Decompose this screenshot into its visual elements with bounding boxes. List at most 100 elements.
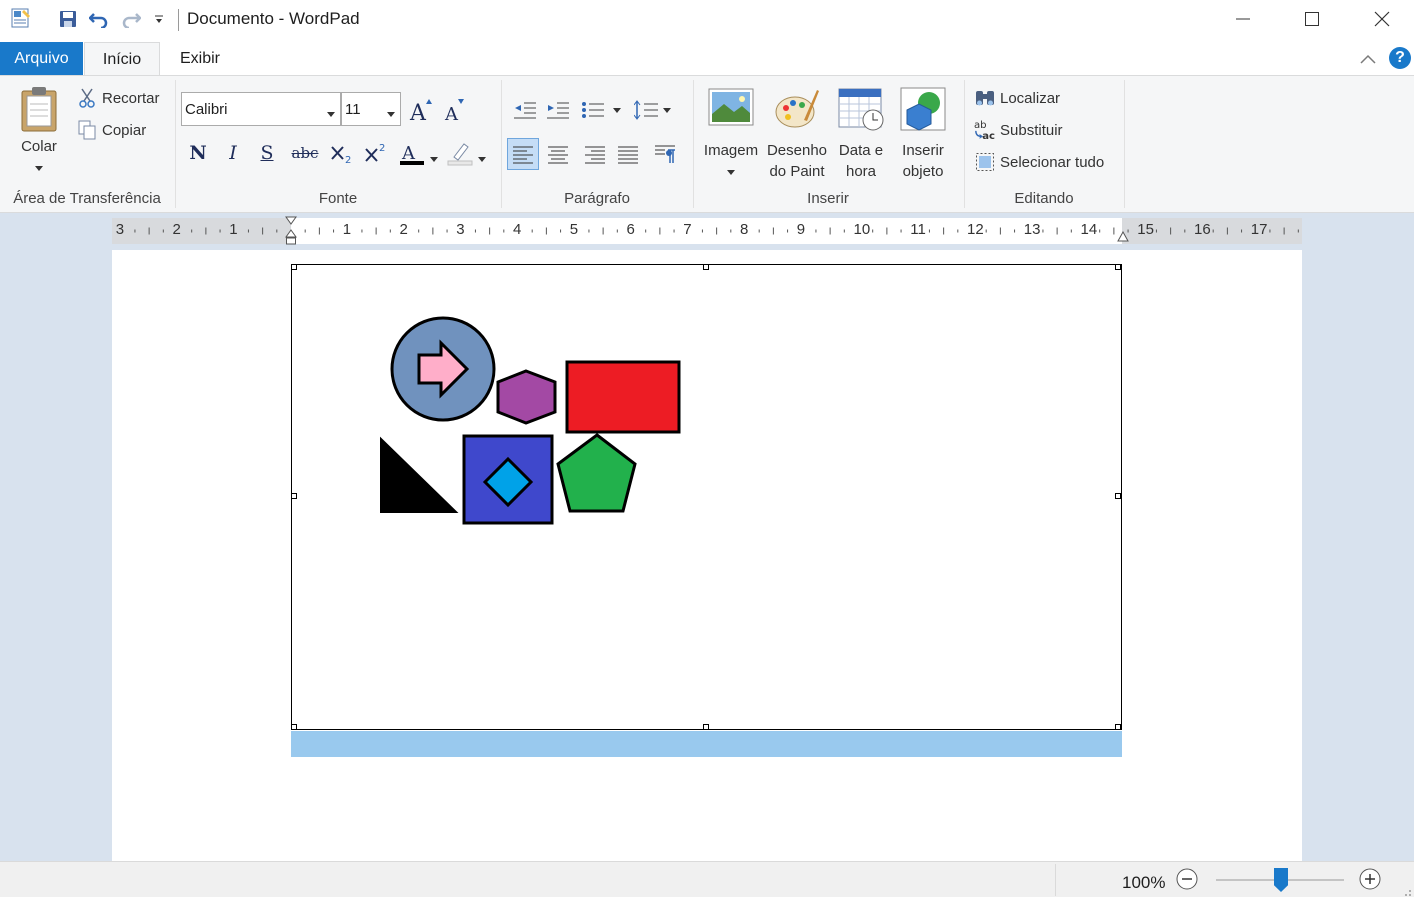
purple-hexagon-shape <box>496 369 557 425</box>
cut-button[interactable]: Recortar <box>76 87 160 109</box>
resize-handle[interactable] <box>703 724 709 730</box>
replace-label: Substituir <box>1000 121 1063 139</box>
tab-inicio[interactable]: Início <box>84 42 160 77</box>
grow-font-icon[interactable]: A <box>408 96 434 126</box>
font-size-select[interactable]: 11 <box>341 92 401 126</box>
group-label-paragraph: Parágrafo <box>564 190 630 207</box>
subscript-icon[interactable]: 2 <box>326 138 356 168</box>
insert-image-button[interactable]: Imagem <box>700 86 762 182</box>
group-separator <box>1124 80 1125 208</box>
zoom-level: 100% <box>1122 873 1166 892</box>
minimize-button[interactable] <box>1208 0 1278 38</box>
tab-arquivo[interactable]: Arquivo <box>0 42 83 76</box>
shapes-drawing <box>380 316 681 525</box>
date-time-button[interactable]: Data e hora <box>832 86 890 182</box>
resize-handle[interactable] <box>1115 264 1121 270</box>
resize-handle[interactable] <box>703 264 709 270</box>
italic-button[interactable]: I <box>218 138 248 168</box>
svg-text:ac: ac <box>982 131 995 142</box>
strikethrough-button[interactable]: abc <box>289 138 321 168</box>
replace-button[interactable]: ab ac Substituir <box>974 119 1063 142</box>
bullet-list-icon[interactable] <box>580 94 624 126</box>
resize-handle[interactable] <box>291 264 297 270</box>
scissors-icon <box>76 87 98 109</box>
select-all-icon <box>974 151 996 173</box>
group-label-font: Fonte <box>318 190 358 207</box>
superscript-icon[interactable]: 2 <box>360 138 390 168</box>
zoom-slider[interactable] <box>1216 868 1344 892</box>
right-indent-marker-icon[interactable] <box>1117 230 1129 242</box>
zoom-thumb[interactable] <box>1274 868 1288 892</box>
calendar-clock-icon <box>832 86 890 140</box>
group-separator <box>175 80 176 208</box>
save-icon[interactable] <box>57 8 79 30</box>
align-right-icon[interactable] <box>579 138 611 170</box>
font-family-select[interactable]: Calibri <box>181 92 341 126</box>
wordpad-app-icon[interactable] <box>10 7 32 29</box>
image-icon <box>700 86 762 140</box>
ruler-number: 2 <box>399 221 408 238</box>
increase-indent-icon[interactable] <box>542 94 574 126</box>
find-label: Localizar <box>1000 89 1061 107</box>
selection-highlight <box>291 731 1122 757</box>
tab-exibir[interactable]: Exibir <box>170 42 230 76</box>
object-label-1: Inserir <box>902 142 944 159</box>
chevron-down-icon <box>700 161 762 182</box>
clipboard-icon <box>14 86 64 136</box>
chevron-down-icon <box>327 105 336 122</box>
redo-icon[interactable] <box>120 8 142 30</box>
status-separator <box>1055 864 1056 896</box>
chevron-down-icon[interactable] <box>430 150 439 167</box>
ruler-number: 12 <box>967 221 984 238</box>
align-center-icon[interactable] <box>542 138 574 170</box>
line-spacing-icon[interactable] <box>634 94 674 126</box>
ruler-number: 8 <box>740 221 749 238</box>
resize-handle[interactable] <box>291 724 297 730</box>
zoom-in-icon[interactable] <box>1359 868 1381 890</box>
status-bar <box>0 861 1414 897</box>
paste-button[interactable]: Colar <box>14 86 64 171</box>
find-button[interactable]: Localizar <box>974 87 1060 109</box>
chevron-down-icon <box>387 105 396 122</box>
help-icon[interactable]: ? <box>1389 47 1411 69</box>
window-title: Documento - WordPad <box>187 9 360 28</box>
select-all-button[interactable]: Selecionar tudo <box>974 151 1104 173</box>
paint-drawing-button[interactable]: Desenho do Paint <box>764 86 830 182</box>
bold-button[interactable]: N <box>183 138 213 168</box>
embedded-paint-object[interactable] <box>291 264 1122 730</box>
resize-handle[interactable] <box>291 493 297 499</box>
svg-text:A: A <box>409 101 427 124</box>
undo-icon[interactable] <box>88 8 110 30</box>
ruler-number: 10 <box>853 221 871 238</box>
object-icon <box>894 86 952 140</box>
shrink-font-icon[interactable]: A <box>442 96 468 125</box>
datetime-label-2: hora <box>845 163 877 180</box>
ruler-number: 3 <box>456 221 465 238</box>
insert-object-button[interactable]: Inserir objeto <box>894 86 952 182</box>
indent-marker-icon[interactable] <box>285 216 297 246</box>
paragraph-settings-icon[interactable] <box>649 138 681 170</box>
image-label: Imagem <box>703 142 759 159</box>
resize-grip-icon[interactable] <box>1402 884 1412 896</box>
red-rectangle-shape <box>565 360 681 434</box>
collapse-ribbon-icon[interactable] <box>1358 50 1378 68</box>
resize-handle[interactable] <box>1115 493 1121 499</box>
close-button[interactable] <box>1347 0 1414 38</box>
underline-button[interactable]: S <box>252 138 282 168</box>
font-color-icon[interactable]: A <box>398 138 426 168</box>
justify-icon[interactable] <box>612 138 644 170</box>
highlight-icon[interactable] <box>446 138 474 168</box>
maximize-button[interactable] <box>1277 0 1347 38</box>
copy-button[interactable]: Copiar <box>76 119 146 141</box>
ribbon: Colar Recortar Copiar Área de Transferên… <box>0 75 1414 213</box>
ruler-number: 11 <box>910 221 926 238</box>
decrease-indent-icon[interactable] <box>509 94 541 126</box>
zoom-out-icon[interactable] <box>1176 868 1198 890</box>
copy-icon <box>76 119 98 141</box>
chevron-down-icon[interactable] <box>478 150 487 167</box>
paint-label-2: do Paint <box>769 163 825 180</box>
copy-label: Copiar <box>102 121 147 139</box>
align-left-icon[interactable] <box>507 138 539 170</box>
resize-handle[interactable] <box>1115 724 1121 730</box>
customize-quick-access-icon[interactable] <box>148 8 170 30</box>
